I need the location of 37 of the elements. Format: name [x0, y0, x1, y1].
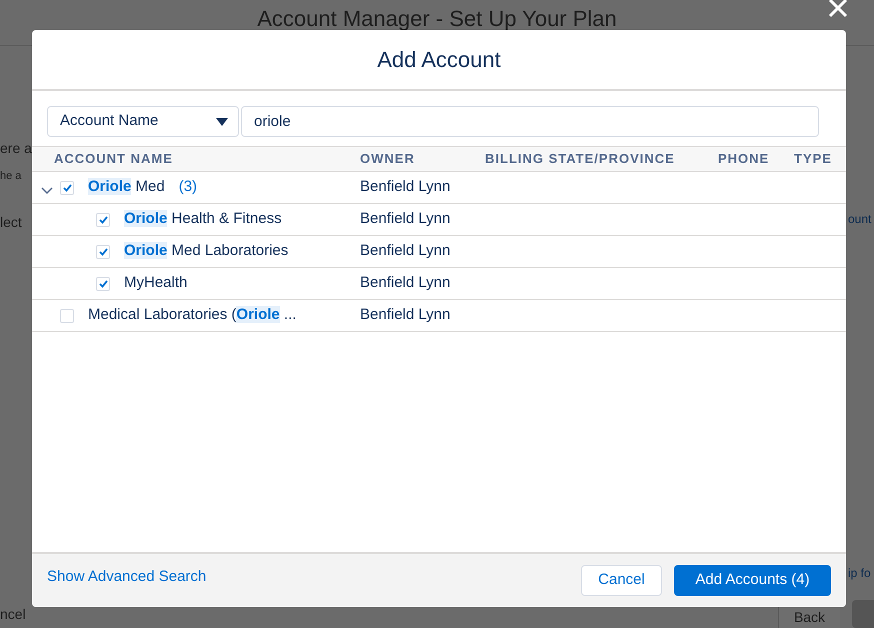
page-title: Account Manager - Set Up Your Plan: [257, 5, 617, 33]
background-text: ip fo: [848, 565, 871, 582]
chevron-down-icon[interactable]: [41, 186, 53, 194]
background-text: ere a: [0, 139, 32, 158]
checkbox[interactable]: [96, 244, 110, 258]
advanced-search-link[interactable]: Show Advanced Search: [47, 566, 206, 589]
search-field[interactable]: oriole: [241, 106, 819, 137]
close-icon[interactable]: [828, 0, 848, 18]
owner-cell-text: Benfield Lynn: [360, 241, 450, 262]
checkbox[interactable]: [60, 308, 74, 322]
column-header: OWNER: [360, 150, 416, 168]
owner-cell-text: Benfield Lynn: [360, 209, 450, 230]
account-name: MyHealth: [124, 273, 188, 294]
owner-cell-text: Benfield Lynn: [360, 273, 450, 294]
account-name: Oriole Health & Fitness: [124, 209, 282, 230]
background-text: ncel: [0, 605, 26, 624]
account-name: Oriole Med: [88, 177, 165, 198]
owner-cell-text: Benfield Lynn: [360, 305, 450, 326]
owner-cell-text: Benfield Lynn: [360, 177, 450, 198]
cancel-button[interactable]: Cancel: [581, 565, 662, 596]
child-count: (3): [178, 177, 198, 198]
add-accounts-button[interactable]: Add Accounts (4): [674, 565, 831, 596]
caret-down-icon: [216, 118, 228, 126]
account-name: Medical Laboratories (Oriole ...: [88, 305, 296, 326]
checkbox[interactable]: [60, 180, 74, 194]
column-header: ACCOUNT NAME: [54, 150, 174, 168]
background-text: he a: [0, 169, 22, 184]
column-header: PHONE: [718, 150, 770, 168]
background-text: lect: [0, 213, 22, 232]
field-dropdown[interactable]: Account Name: [47, 106, 239, 137]
column-header: BILLING STATE/PROVINCE: [485, 150, 676, 168]
column-header: TYPE: [794, 150, 833, 168]
checkbox[interactable]: [96, 276, 110, 290]
background-text: ount: [848, 211, 872, 228]
checkbox[interactable]: [96, 212, 110, 226]
modal-title: Add Account: [377, 46, 501, 74]
account-name: Oriole Med Laboratories: [124, 241, 288, 262]
